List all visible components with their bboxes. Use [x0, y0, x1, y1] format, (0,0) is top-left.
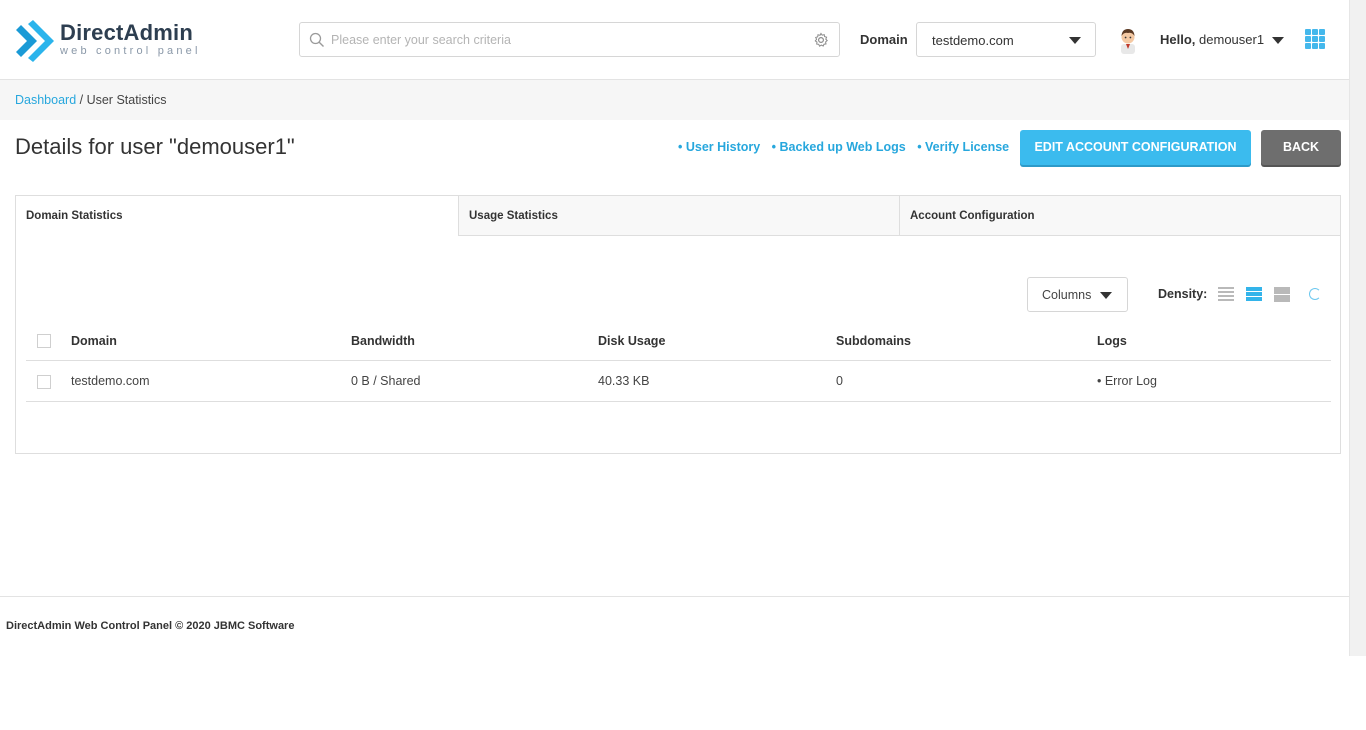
- columns-dropdown[interactable]: Columns: [1027, 277, 1128, 312]
- search-input[interactable]: [331, 23, 801, 56]
- tab-bar: Domain Statistics Usage Statistics Accou…: [16, 196, 1340, 236]
- density-label: Density:: [1158, 287, 1208, 301]
- quick-links: • User History • Backed up Web Logs • Ve…: [678, 140, 1017, 154]
- logo-title: DirectAdmin: [60, 20, 193, 45]
- back-button[interactable]: BACK: [1261, 130, 1341, 165]
- tab-usage-statistics[interactable]: Usage Statistics: [458, 196, 899, 236]
- breadcrumb-bar: Dashboard / User Statistics: [0, 80, 1349, 120]
- cell-subdomains: 0: [836, 374, 843, 388]
- directadmin-logo-icon: [16, 20, 54, 62]
- columns-label: Columns: [1042, 288, 1092, 302]
- row-checkbox[interactable]: [37, 375, 51, 389]
- header-logs: Logs: [1097, 334, 1127, 348]
- page: DirectAdmin web control panel Domain tes…: [0, 0, 1366, 730]
- search-box: [299, 22, 840, 57]
- density-large-icon[interactable]: [1274, 287, 1290, 302]
- gear-icon[interactable]: [813, 32, 829, 48]
- cell-disk-usage: 40.33 KB: [598, 374, 650, 388]
- breadcrumb-current: User Statistics: [86, 93, 167, 107]
- user-menu-chevron-icon[interactable]: [1272, 37, 1284, 44]
- logo[interactable]: DirectAdmin web control panel: [14, 18, 214, 64]
- user-avatar-icon[interactable]: [1116, 26, 1140, 54]
- user-history-link[interactable]: • User History: [678, 140, 760, 154]
- select-all-checkbox[interactable]: [37, 334, 51, 348]
- domain-select[interactable]: testdemo.com: [916, 22, 1096, 57]
- chevron-down-icon: [1100, 292, 1112, 299]
- search-icon: [309, 32, 324, 47]
- tab-account-configuration[interactable]: Account Configuration: [899, 196, 1340, 236]
- header-bandwidth[interactable]: Bandwidth: [351, 334, 415, 348]
- footer-copyright: DirectAdmin Web Control Panel © 2020 JBM…: [6, 620, 295, 632]
- header-domain[interactable]: Domain: [71, 334, 117, 348]
- breadcrumb-separator: /: [76, 93, 87, 107]
- breadcrumb-dashboard-link[interactable]: Dashboard: [15, 93, 76, 107]
- header-disk-usage[interactable]: Disk Usage: [598, 334, 665, 348]
- domain-select-value: testdemo.com: [932, 33, 1014, 48]
- refresh-icon[interactable]: [1309, 288, 1321, 300]
- breadcrumb: Dashboard / User Statistics: [15, 93, 166, 107]
- username: demouser1: [1199, 32, 1265, 47]
- header-subdomains[interactable]: Subdomains: [836, 334, 911, 348]
- apps-grid-icon[interactable]: [1305, 29, 1325, 49]
- verify-license-link[interactable]: • Verify License: [917, 140, 1009, 154]
- domain-label: Domain: [860, 32, 908, 47]
- chevron-down-icon: [1069, 37, 1081, 44]
- statistics-panel: Domain Statistics Usage Statistics Accou…: [15, 195, 1341, 454]
- edit-account-configuration-button[interactable]: EDIT ACCOUNT CONFIGURATION: [1020, 130, 1251, 165]
- page-title: Details for user "demouser1": [15, 134, 295, 159]
- cell-domain[interactable]: testdemo.com: [71, 374, 150, 388]
- table-header-row: Domain Bandwidth Disk Usage Subdomains L…: [26, 320, 1331, 361]
- domain-table: Domain Bandwidth Disk Usage Subdomains L…: [26, 320, 1331, 402]
- error-log-link[interactable]: • Error Log: [1097, 374, 1157, 388]
- table-row: testdemo.com 0 B / Shared 40.33 KB 0 • E…: [26, 361, 1331, 402]
- cell-bandwidth: 0 B / Shared: [351, 374, 421, 388]
- scrollbar-track[interactable]: [1349, 0, 1366, 656]
- user-greeting[interactable]: Hello, demouser1: [1160, 32, 1264, 47]
- logo-subtitle: web control panel: [60, 45, 201, 57]
- density-medium-icon[interactable]: [1246, 287, 1262, 302]
- tab-domain-statistics[interactable]: Domain Statistics: [16, 196, 458, 236]
- greeting-prefix: Hello,: [1160, 32, 1196, 47]
- backed-up-web-logs-link[interactable]: • Backed up Web Logs: [772, 140, 906, 154]
- footer: DirectAdmin Web Control Panel © 2020 JBM…: [0, 596, 1349, 657]
- top-header: DirectAdmin web control panel Domain tes…: [0, 0, 1349, 80]
- density-compact-icon[interactable]: [1218, 287, 1234, 302]
